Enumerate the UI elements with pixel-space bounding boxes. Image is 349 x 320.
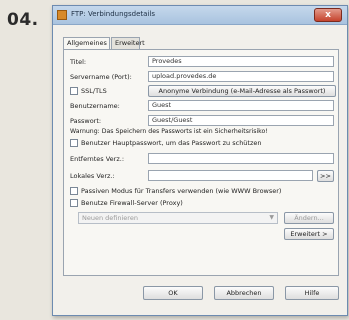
chevron-down-icon: ▼ [269, 214, 274, 221]
browse-button[interactable]: >> [317, 170, 334, 182]
anonymous-connection-button[interactable]: Anonyme Verbindung (e-Mail-Adresse als P… [148, 85, 336, 97]
general-panel: Titel: Provedes Servername (Port): uploa… [63, 49, 339, 276]
name-label: Titel: [70, 58, 87, 66]
username-label: Benutzername: [70, 102, 120, 110]
master-password-label: Benutzer Hauptpasswort, um das Passwort … [81, 139, 262, 147]
password-field[interactable]: Guest/Guest [148, 115, 334, 126]
firewall-checkbox[interactable] [70, 199, 78, 207]
ok-button[interactable]: OK [143, 286, 203, 300]
password-warning: Warnung: Das Speichern des Passworts ist… [70, 128, 268, 135]
server-label: Servername (Port): [70, 73, 132, 81]
ssl-checkbox[interactable] [70, 87, 78, 95]
passive-mode-checkbox[interactable] [70, 187, 78, 195]
proxy-select-value: Neuen definieren [82, 214, 138, 222]
ssl-label: SSL/TLS [81, 87, 107, 95]
remote-dir-field[interactable] [148, 153, 334, 164]
title-bar: FTP: Verbindungsdetails x [53, 6, 347, 25]
proxy-edit-button[interactable]: Ändern... [284, 212, 334, 224]
password-label: Passwort: [70, 117, 102, 125]
passive-mode-label: Passiven Modus für Transfers verwenden (… [81, 187, 282, 195]
proxy-select[interactable]: Neuen definieren ▼ [78, 212, 278, 224]
firewall-label: Benutze Firewall-Server (Proxy) [81, 199, 183, 207]
help-button[interactable]: Hilfe [285, 286, 339, 300]
local-dir-field[interactable] [148, 170, 313, 181]
username-field[interactable]: Guest [148, 100, 334, 111]
window-title: FTP: Verbindungsdetails [71, 10, 155, 18]
name-field[interactable]: Provedes [148, 56, 334, 67]
extended-button[interactable]: Erweitert > [284, 228, 334, 240]
step-number: 04. [7, 10, 39, 30]
local-dir-label: Lokales Verz.: [70, 172, 115, 180]
remote-dir-label: Entferntes Verz.: [70, 155, 125, 163]
tab-advanced[interactable]: Erweitert [111, 37, 145, 49]
server-field[interactable]: upload.provedes.de [148, 71, 334, 82]
master-password-checkbox[interactable] [70, 139, 78, 147]
cancel-button[interactable]: Abbrechen [214, 286, 274, 300]
app-icon [57, 10, 67, 20]
close-button[interactable]: x [314, 8, 342, 22]
ftp-connection-dialog: FTP: Verbindungsdetails x Allgemeines Er… [52, 5, 348, 316]
